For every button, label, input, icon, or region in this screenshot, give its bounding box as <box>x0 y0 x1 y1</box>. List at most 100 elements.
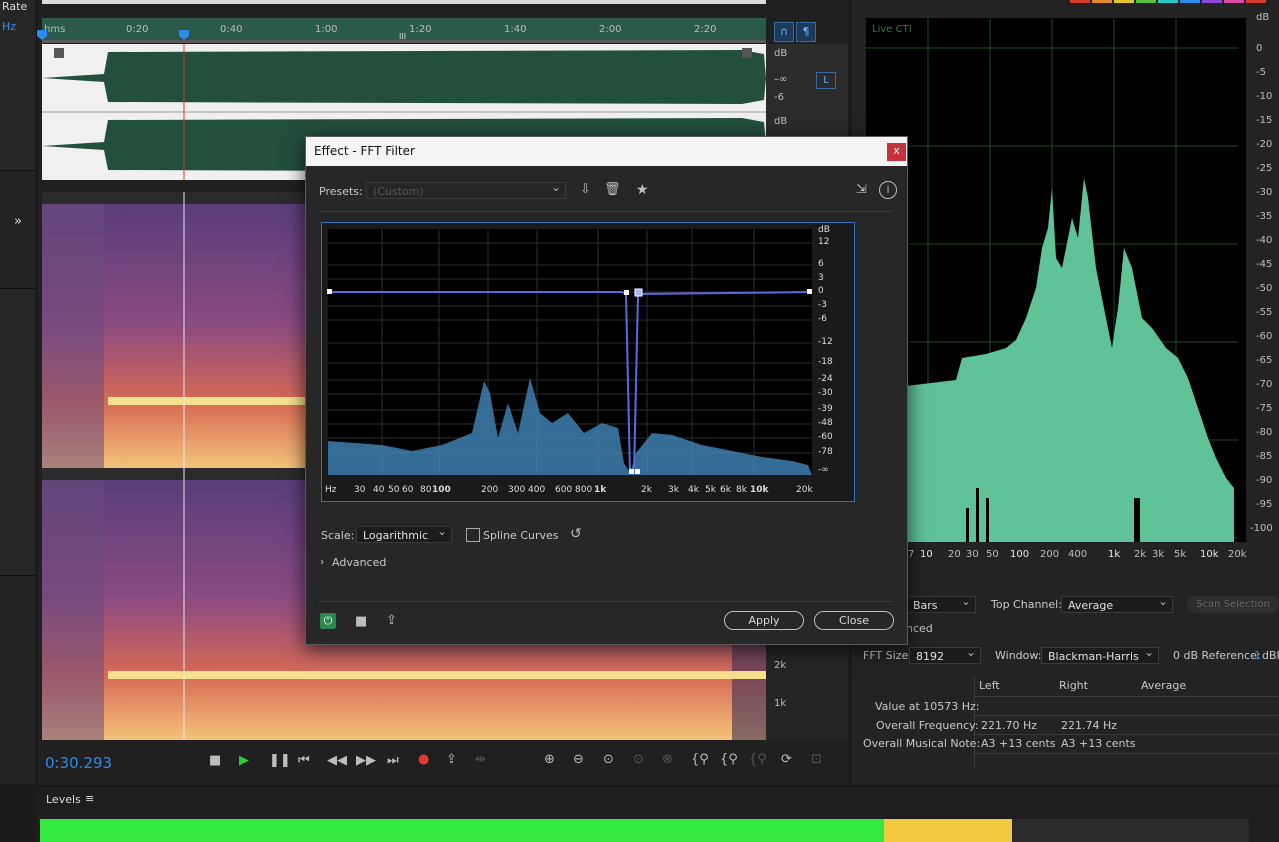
info-icon[interactable]: i <box>879 181 897 199</box>
hz-label: 20k <box>796 485 813 495</box>
window-select[interactable]: Blackman-Harris <box>1041 644 1159 664</box>
record-icon[interactable]: ● <box>418 752 429 767</box>
hz-label: 3k <box>668 485 679 495</box>
overview-bar[interactable] <box>42 0 766 4</box>
left-panel: Rate Hz » <box>0 0 37 784</box>
hz-label: 50 <box>388 485 400 495</box>
db-label: -50 <box>1256 283 1273 294</box>
skip-forward-icon[interactable]: ⏭ <box>387 753 399 768</box>
graph-type-select[interactable]: Bars <box>906 593 976 613</box>
top-channel-label: Top Channel: <box>991 598 1062 611</box>
hz-label: 7 <box>908 549 915 560</box>
levels-menu-icon[interactable]: ≡ <box>85 792 94 805</box>
hz-label: 8k <box>736 485 747 495</box>
filter-hz-scale: Hz 30 40 50 60 80 100 200 300 400 600 80… <box>322 485 854 499</box>
advanced-toggle[interactable]: nced <box>906 622 933 635</box>
dialog-titlebar[interactable]: Effect - FFT Filter x <box>306 137 907 166</box>
color-swatches <box>1070 0 1279 3</box>
db-label: dB <box>1256 12 1270 23</box>
delete-preset-icon[interactable]: 🗑 <box>604 182 621 197</box>
ruler-tick: 2:00 <box>599 24 622 35</box>
spline-curves-label: Spline Curves <box>483 529 559 542</box>
favorite-star-icon[interactable]: ★ <box>636 182 649 198</box>
power-toggle-icon[interactable]: ⏻ <box>320 613 336 629</box>
advanced-chevron-icon[interactable]: › <box>320 555 324 568</box>
musical-note-left: A3 +13 cents <box>981 737 1056 750</box>
reference-value[interactable]: 1 <box>1254 649 1261 662</box>
scale-select[interactable]: Logarithmic <box>356 523 452 543</box>
db-label: -30 <box>818 388 833 398</box>
play-icon[interactable]: ▶ <box>239 753 249 768</box>
stats-table: Left Right Average 221.70 Hz 221.74 Hz A… <box>974 677 1279 767</box>
expand-panel-icon[interactable]: » <box>14 214 22 229</box>
dialog-close-icon[interactable]: x <box>887 143 906 161</box>
db-label: -80 <box>1256 427 1273 438</box>
hz-label: 1k <box>594 485 607 495</box>
frequency-graph[interactable]: Live CTI <box>866 18 1246 542</box>
playhead-icon[interactable] <box>179 30 189 40</box>
db-label: -95 <box>1256 499 1273 510</box>
ruler-tick: 1:20 <box>409 24 432 35</box>
apply-button[interactable]: Apply <box>724 611 804 630</box>
pause-icon[interactable]: ❚❚ <box>269 753 291 768</box>
divider <box>319 601 893 602</box>
timeline-ruler[interactable]: hms 0:20 0:40 1:00 1:20 1:40 2:00 2:20 I… <box>37 18 766 43</box>
zoom-reset-icon[interactable]: ⟳ <box>781 752 792 767</box>
presets-select[interactable]: (Custom) <box>366 179 566 199</box>
top-channel-select[interactable]: Average <box>1061 593 1173 613</box>
level-meter-yellow <box>884 819 1012 842</box>
channel-toggle-left[interactable]: L <box>816 72 836 89</box>
db-label: -90 <box>1256 475 1273 486</box>
current-time[interactable]: 0:30.293 <box>45 754 112 772</box>
filter-graph[interactable]: dB 12 6 3 0 -3 -6 -12 -18 -24 -30 -39 -4… <box>321 222 855 502</box>
hz-label: 20 <box>948 549 961 560</box>
live-cti-label: Live CTI <box>872 24 912 35</box>
hz-label: 3k <box>1152 549 1165 560</box>
spline-curves-checkbox[interactable] <box>466 528 480 542</box>
zoom-out-time-icon[interactable]: {⚲ <box>720 752 738 767</box>
fft-size-select[interactable]: 8192 <box>909 644 981 664</box>
close-button[interactable]: Close <box>814 611 894 630</box>
marker-pin-icon[interactable]: ¶ <box>796 22 816 42</box>
zoom-in-point-icon[interactable]: {⚲ <box>749 752 767 767</box>
db-label: 0 <box>818 286 824 296</box>
db-label: -85 <box>1256 451 1273 462</box>
effects-rack <box>0 288 36 576</box>
fast-forward-icon[interactable]: ▶▶ <box>356 753 376 768</box>
zoom-all-icon[interactable]: ⊗ <box>662 752 673 767</box>
db-label: -30 <box>1256 187 1273 198</box>
loop-preview-icon[interactable]: ⇪ <box>386 613 397 628</box>
db-label: -5 <box>1256 67 1266 78</box>
zoom-out-full-icon[interactable]: ⊡ <box>811 752 822 767</box>
zoom-full-icon[interactable]: ⊙ <box>603 752 614 767</box>
db-label: -25 <box>1256 163 1273 174</box>
rate-label: Rate <box>2 0 28 13</box>
advanced-toggle[interactable]: Advanced <box>332 556 386 569</box>
scan-selection-button[interactable]: Scan Selection <box>1187 596 1279 613</box>
db-label: -12 <box>818 337 833 347</box>
zoom-selection-icon[interactable]: ⊙ <box>633 752 644 767</box>
skip-icon[interactable]: ⇹ <box>475 752 486 767</box>
zoom-out-amplitude-icon[interactable]: ⊖ <box>573 752 584 767</box>
stop-icon[interactable]: ■ <box>209 753 221 768</box>
reference-label: 0 dB Reference: <box>1173 649 1261 662</box>
zoom-in-amplitude-icon[interactable]: ⊕ <box>544 752 555 767</box>
skip-back-icon[interactable]: ⏮ <box>298 753 310 768</box>
snap-icon[interactable]: ∩ <box>774 22 794 42</box>
reset-icon[interactable]: ↺ <box>570 526 582 542</box>
scale-label: Scale: <box>321 529 355 542</box>
levels-panel: Levels ≡ <box>37 786 1279 842</box>
routing-icon[interactable]: ⇲ <box>856 182 867 197</box>
hz-label: 1k <box>1108 549 1121 560</box>
db-label: -45 <box>1256 259 1273 270</box>
db-label: -40 <box>1256 235 1273 246</box>
loop-icon[interactable]: ⇪ <box>446 752 457 767</box>
db-label: -65 <box>1256 355 1273 366</box>
db-label: -39 <box>818 404 833 414</box>
presets-label: Presets: <box>319 185 363 198</box>
overall-frequency-label: Overall Frequency: <box>876 719 979 732</box>
zoom-in-time-icon[interactable]: {⚲ <box>691 752 709 767</box>
stop-preview-icon[interactable]: ■ <box>355 614 367 629</box>
save-preset-icon[interactable]: ⇩ <box>580 182 591 197</box>
rewind-icon[interactable]: ◀◀ <box>327 753 347 768</box>
